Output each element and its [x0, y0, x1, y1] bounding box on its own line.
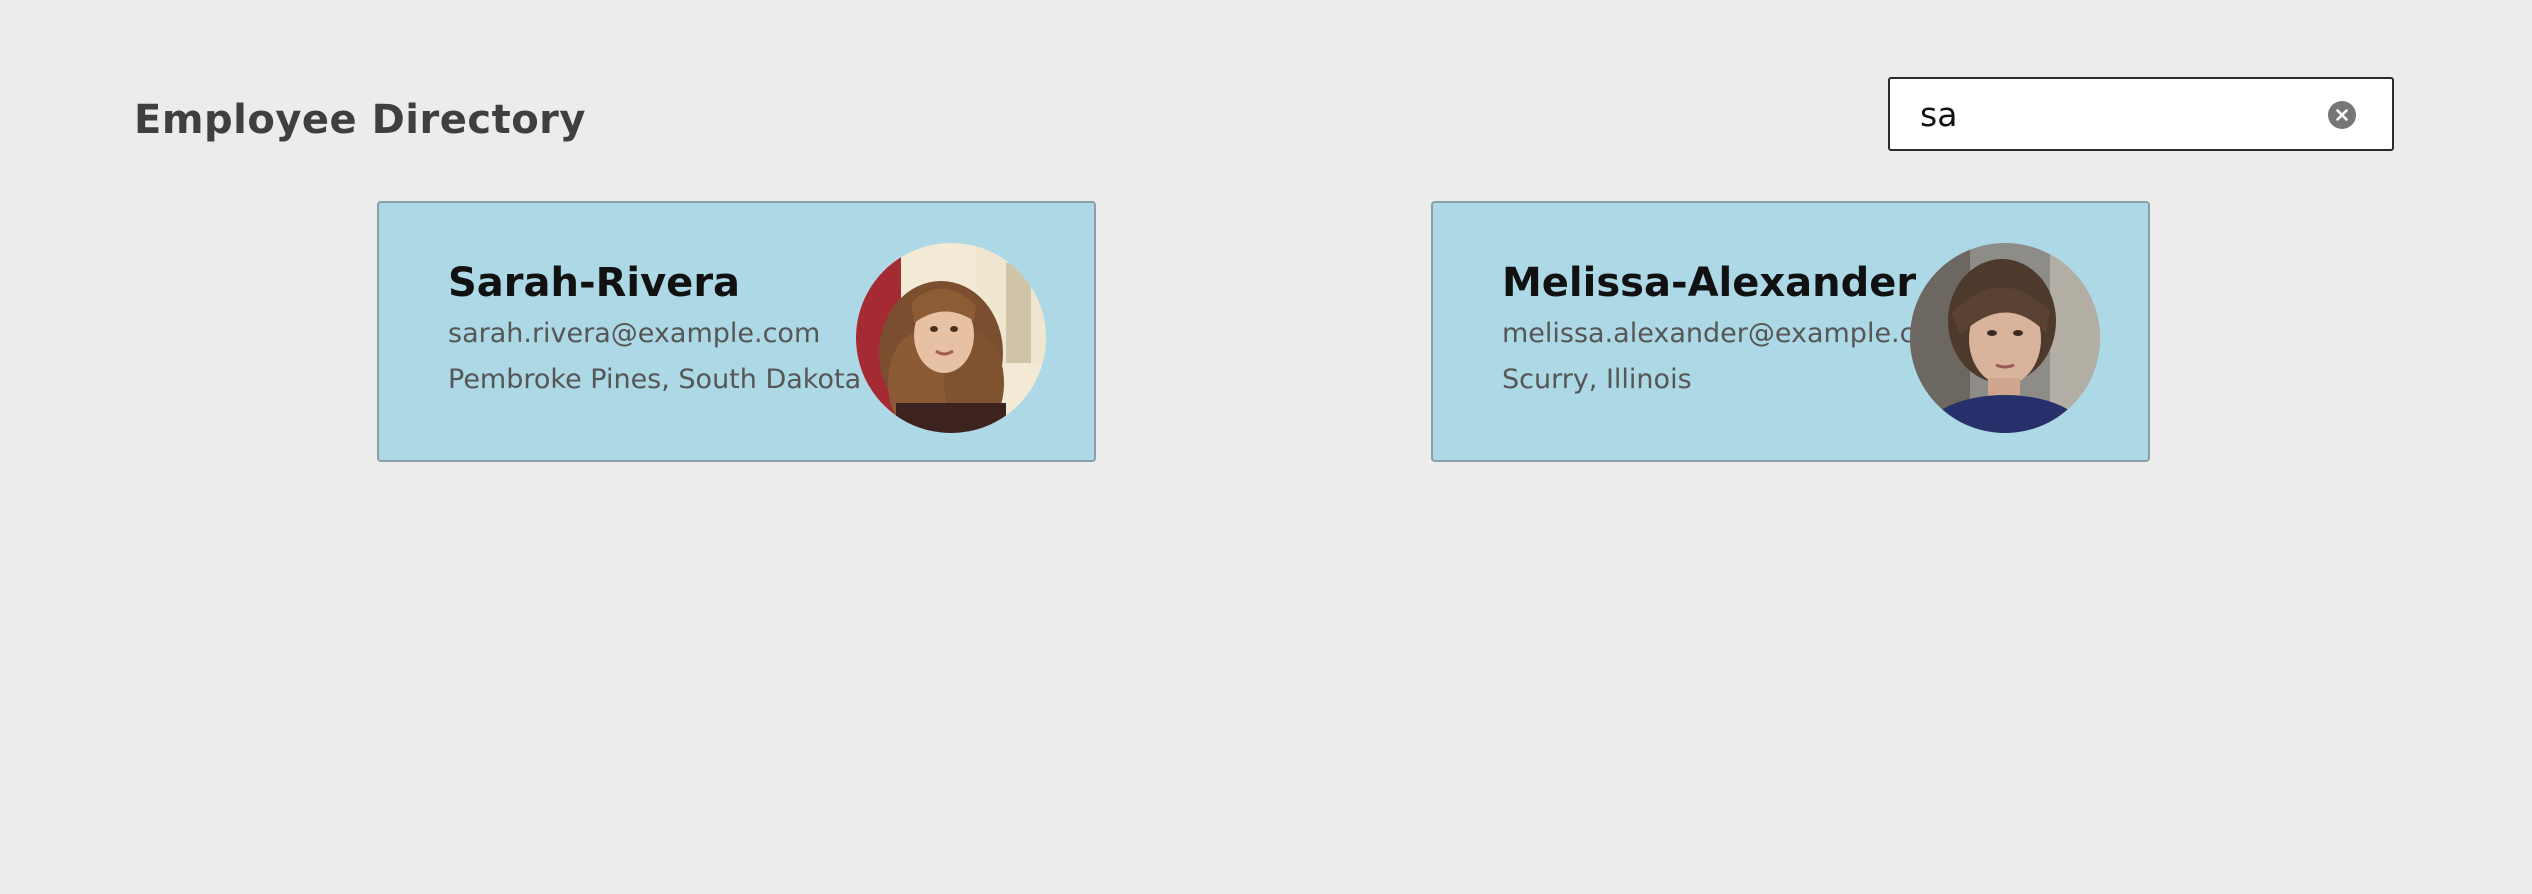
employee-card[interactable]: Melissa-Alexander melissa.alexander@exam… — [1431, 201, 2150, 462]
clear-circle-icon — [2336, 109, 2348, 121]
employee-email: melissa.alexander@example.com — [1502, 318, 1958, 349]
avatar — [1910, 243, 2100, 433]
clear-search-button[interactable] — [2328, 101, 2356, 129]
search-input[interactable] — [1920, 79, 2290, 149]
employee-name: Sarah-Rivera — [448, 260, 741, 306]
employee-location: Scurry, Illinois — [1502, 364, 1692, 395]
employee-location: Pembroke Pines, South Dakota — [448, 364, 862, 395]
search-box[interactable] — [1888, 77, 2394, 151]
employee-name: Melissa-Alexander — [1502, 260, 1917, 306]
employee-card[interactable]: Sarah-Rivera sarah.rivera@example.com Pe… — [377, 201, 1096, 462]
page-title: Employee Directory — [134, 97, 586, 143]
avatar — [856, 243, 1046, 433]
employee-email: sarah.rivera@example.com — [448, 318, 821, 349]
